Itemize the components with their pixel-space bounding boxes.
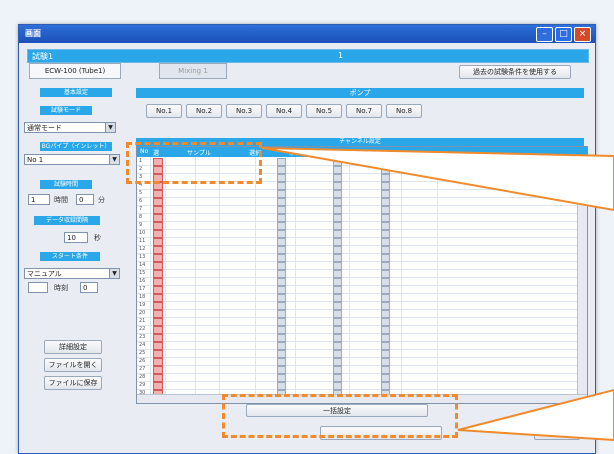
col-divider [255,157,256,403]
band-center-label: 1 [338,51,344,60]
row-number: 15 [139,270,146,276]
test-mode-select[interactable]: 通常モード ▼ [24,122,116,133]
open-file-button[interactable]: ファイルを開く [44,358,102,372]
row-number: 18 [139,294,146,300]
row-number: 28 [139,374,146,380]
start-time-field[interactable] [28,282,48,293]
left-panel: 基本設定 試験モード 通常モード ▼ BGパイプ（インレット） No 1 ▼ 試験時… [24,82,128,422]
pump-button-3[interactable]: No.3 [226,104,262,118]
pump-button-6[interactable]: No.7 [346,104,382,118]
pump-button-2[interactable]: No.2 [186,104,222,118]
test-time-hours-input[interactable]: 1 [28,194,50,205]
band-left-label: 試験1 [32,52,54,61]
row-number: 29 [139,382,146,388]
test-time-header: 試験時間 [40,180,92,189]
row-number: 13 [139,254,146,260]
save-file-button[interactable]: ファイルに保存 [44,376,102,390]
start-condition-header: スタート条件 [40,252,100,261]
basic-settings-header: 基本設定 [40,88,112,97]
header-band: 試験1 1 [27,49,589,63]
row-number: 6 [139,198,143,204]
row-number: 20 [139,310,146,316]
row-number: 19 [139,302,146,308]
channel-table: No 選 サンプル 選択 単位 1 2 3 4 5 6 7 8 9 10 11 12 13 14 15 16 1… [136,146,588,404]
test-time-minutes-input[interactable]: 0 [76,194,94,205]
row-number: 11 [139,238,146,244]
row-number: 14 [139,262,146,268]
row-number: 23 [139,334,146,340]
row-number: 24 [139,342,146,348]
title-bar: 画面 – □ × [19,25,595,43]
start-condition-value: マニュアル [27,270,62,278]
pump-button-5[interactable]: No.5 [306,104,342,118]
col-header-unit: 単位 [289,150,302,157]
test-mode-header: 試験モード [40,106,92,115]
recording-interval-input[interactable]: 10 [64,232,88,243]
col-divider [295,157,296,403]
bg-pipe-value: No 1 [27,156,44,164]
row-number: 21 [139,318,146,324]
col-divider [150,157,151,403]
main-panel: ポンプ No.1 No.2 No.3 No.4 No.5 No.7 No.8 チャンネル設定… [136,82,588,417]
start-time-label: 時刻 [54,284,68,292]
pump-button-1[interactable]: No.1 [146,104,182,118]
hours-unit-label: 時間 [54,196,68,204]
row-number: 17 [139,286,146,292]
minimize-button[interactable]: – [536,27,553,42]
row-number: 10 [139,230,146,236]
row-number: 25 [139,350,146,356]
chevron-down-icon: ▼ [109,155,119,164]
col-divider [349,157,350,403]
highlight-box-bottom [222,394,458,438]
col-divider [401,157,402,403]
cancel-button[interactable]: キャンセル [534,426,580,440]
row-number: 8 [139,214,143,220]
recording-interval-header: データ収録間隔 [34,216,100,225]
window-title: 画面 [25,29,41,38]
col-divider [195,157,196,403]
use-past-conditions-button[interactable]: 過去の試験条件を使用する [459,65,571,79]
chevron-down-icon: ▼ [105,123,115,132]
maximize-button[interactable]: □ [555,27,572,42]
col-divider [165,157,166,403]
vertical-scrollbar[interactable] [577,157,587,403]
row-number: 12 [139,246,146,252]
row-number: 7 [139,206,143,212]
row-number: 26 [139,358,146,364]
tab-mixing[interactable]: Mixing 1 [159,63,227,79]
bg-pipe-select[interactable]: No 1 ▼ [24,154,120,165]
highlight-box-top [126,142,262,184]
row-number: 5 [139,190,143,196]
bg-pipe-header: BGパイプ（インレット） [40,142,112,151]
tab-device[interactable]: ECW-100 (Tube1) [29,63,121,79]
row-number: 27 [139,366,146,372]
start-condition-select[interactable]: マニュアル ▼ [24,268,120,279]
chevron-down-icon: ▼ [109,269,119,278]
col-divider [219,157,220,403]
row-number: 9 [139,222,143,228]
minutes-unit-label: 分 [98,196,105,204]
row-number: 22 [139,326,146,332]
detail-settings-button[interactable]: 詳細設定 [44,340,102,354]
pump-button-4[interactable]: No.4 [266,104,302,118]
test-mode-value: 通常モード [27,124,62,132]
col-divider [437,157,438,403]
close-button[interactable]: × [574,27,591,42]
start-time-input[interactable]: 0 [80,282,98,293]
pump-header: ポンプ [136,88,584,98]
row-number: 16 [139,278,146,284]
seconds-unit-label: 秒 [94,234,101,242]
pump-button-7[interactable]: No.8 [386,104,422,118]
